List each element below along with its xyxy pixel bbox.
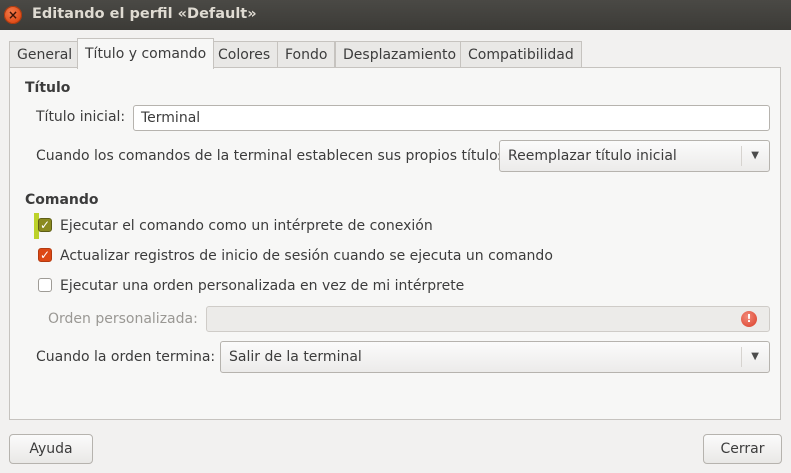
update-records-label: Actualizar registros de inicio de sesión… [60, 248, 553, 264]
tab-bar: General Título y comando Colores Fondo D… [9, 38, 781, 69]
on-exit-dropdown[interactable]: Salir de la terminal ▼ [220, 341, 770, 373]
initial-title-label: Título inicial: [36, 109, 126, 125]
tab-compatibilidad[interactable]: Compatibilidad [460, 41, 582, 67]
on-exit-value: Salir de la terminal [229, 349, 362, 365]
close-button[interactable]: Cerrar [703, 434, 782, 464]
warning-icon: ! [741, 311, 757, 327]
tab-colores[interactable]: Colores [210, 41, 279, 67]
chevron-down-icon: ▼ [751, 150, 759, 161]
close-icon[interactable]: × [4, 6, 22, 24]
login-shell-checkbox[interactable]: ✓ [38, 218, 52, 232]
dynamic-title-value: Reemplazar título inicial [508, 148, 677, 164]
custom-command-checkbox[interactable] [38, 278, 52, 292]
login-shell-label: Ejecutar el comando como un intérprete d… [60, 218, 433, 234]
login-shell-checkbox-row[interactable]: ✓ Ejecutar el comando como un intérprete… [34, 213, 433, 239]
on-exit-label: Cuando la orden termina: [36, 349, 216, 365]
dropdown-separator [741, 146, 742, 166]
tab-desplazamiento[interactable]: Desplazamiento [335, 41, 465, 67]
initial-title-input[interactable]: Terminal [133, 105, 770, 131]
custom-command-field-label: Orden personalizada: [48, 311, 198, 327]
dropdown-separator [741, 347, 742, 367]
dynamic-title-dropdown[interactable]: Reemplazar título inicial ▼ [499, 140, 770, 172]
custom-command-input[interactable]: ! [206, 306, 770, 332]
dynamic-title-label: Cuando los comandos de la terminal estab… [36, 148, 510, 164]
section-title-titulo: Título [25, 80, 71, 96]
help-button[interactable]: Ayuda [9, 434, 93, 464]
tab-titulo-y-comando[interactable]: Título y comando [77, 38, 215, 69]
window-title: Editando el perfil «Default» [32, 6, 257, 22]
tab-general[interactable]: General [9, 41, 81, 67]
chevron-down-icon: ▼ [751, 351, 759, 362]
title-bar: × Editando el perfil «Default» [0, 0, 791, 30]
custom-command-label: Ejecutar una orden personalizada en vez … [60, 278, 465, 294]
update-records-checkbox[interactable]: ✓ [38, 248, 52, 262]
tab-fondo[interactable]: Fondo [277, 41, 336, 67]
section-title-comando: Comando [25, 192, 99, 208]
tab-panel: Título Título inicial: Terminal Cuando l… [9, 67, 781, 420]
